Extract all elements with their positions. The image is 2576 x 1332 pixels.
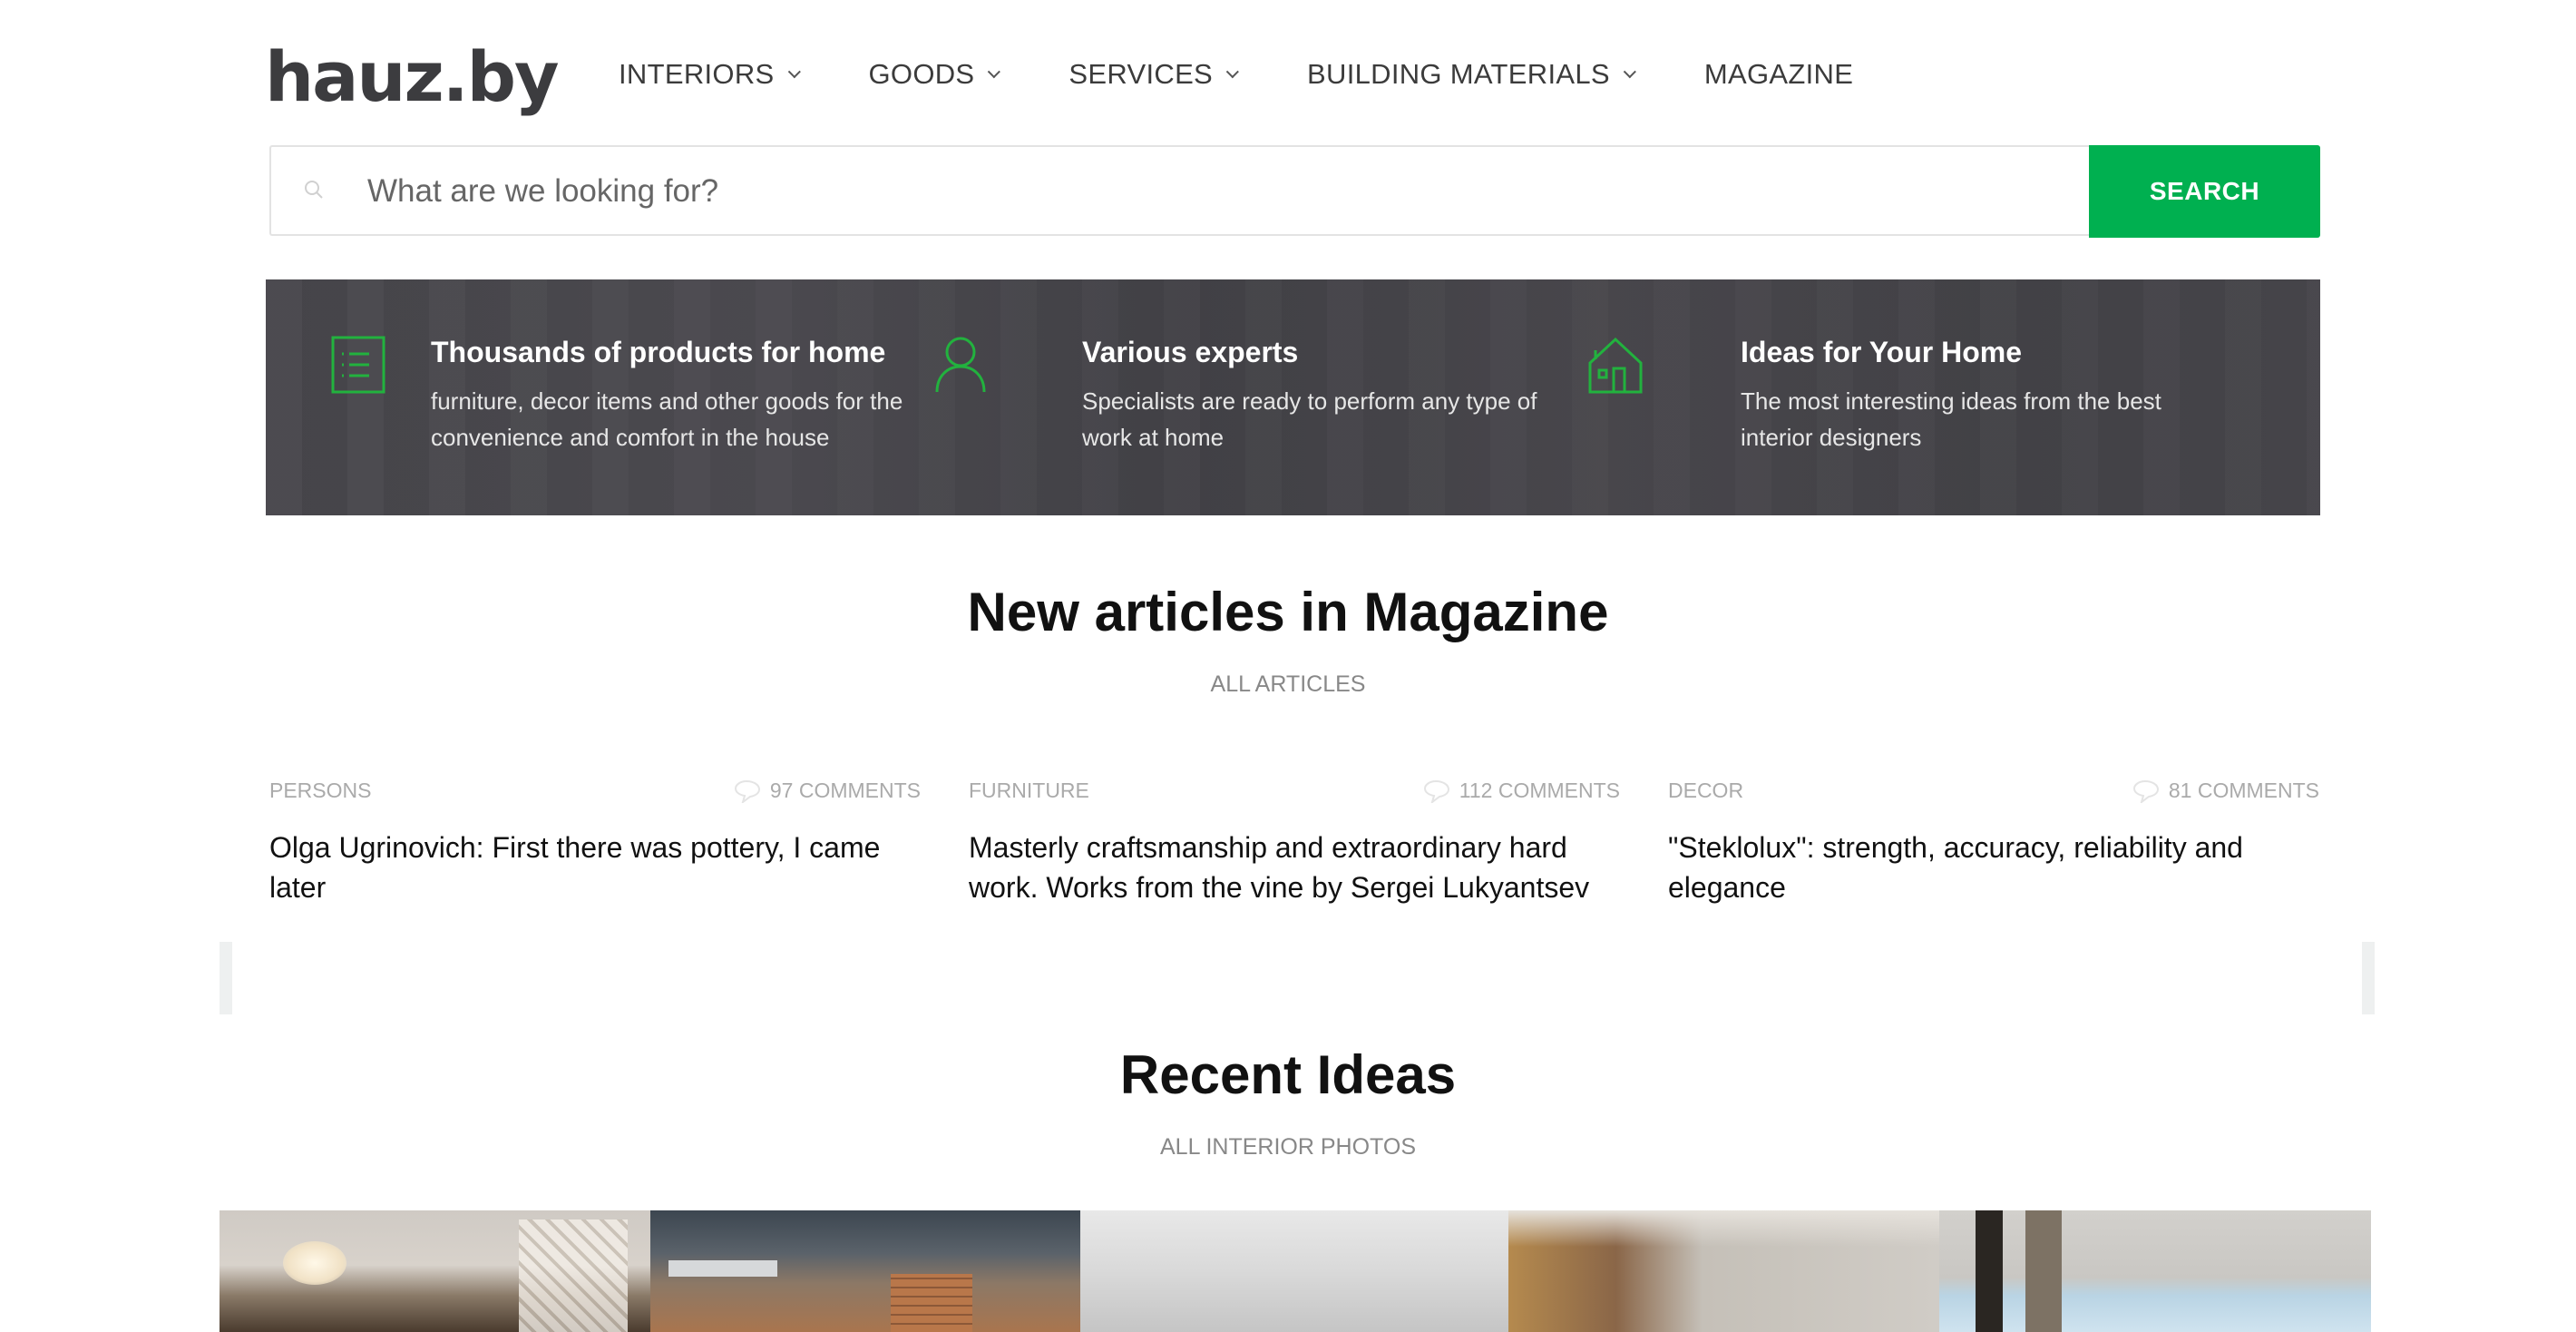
- search-icon: [305, 181, 323, 199]
- search-input[interactable]: [366, 147, 2047, 236]
- chevron-down-icon: [1225, 65, 1239, 79]
- ideas-section-title: Recent Ideas: [1119, 1044, 1457, 1105]
- nav-item-building-materials[interactable]: BUILDING MATERIALS: [1307, 58, 1636, 91]
- feature-ideas: Ideas for Your Home The most interesting…: [1581, 279, 2320, 515]
- nav-item-services[interactable]: SERVICES: [1068, 58, 1239, 91]
- chevron-down-icon: [787, 65, 801, 79]
- ideas-photo-strip: [220, 1210, 2371, 1332]
- carousel-prev-edge[interactable]: [220, 942, 232, 1014]
- article-category[interactable]: PERSONS: [269, 779, 371, 803]
- idea-photo[interactable]: [220, 1210, 650, 1332]
- nav-label: MAGAZINE: [1703, 58, 1854, 90]
- chevron-down-icon: [988, 65, 1001, 79]
- carousel-next-edge[interactable]: [2362, 942, 2375, 1014]
- article-comments[interactable]: 97 COMMENTS: [734, 779, 921, 803]
- features-banner: Thousands of products for home furniture…: [266, 279, 2320, 515]
- article-title[interactable]: Masterly craftsmanship and extraordinary…: [969, 828, 1620, 907]
- nav-label: GOODS: [868, 58, 975, 90]
- idea-photo[interactable]: [1080, 1210, 1508, 1332]
- article-category[interactable]: DECOR: [1668, 779, 1743, 803]
- all-articles-link[interactable]: ALL ARTICLES: [0, 671, 2576, 698]
- nav-item-magazine[interactable]: MAGAZINE: [1704, 58, 1853, 91]
- idea-photo[interactable]: [650, 1210, 1080, 1332]
- article-title[interactable]: "Steklolux": strength, accuracy, reliabi…: [1668, 828, 2319, 907]
- main-nav: INTERIORS GOODS SERVICES BUILDING MATERI…: [619, 54, 1853, 94]
- feature-description: furniture, decor items and other goods f…: [431, 387, 903, 451]
- person-icon: [935, 337, 986, 393]
- chevron-down-icon: [1623, 65, 1636, 79]
- site-logo[interactable]: hauz.by: [265, 34, 560, 117]
- magazine-section-title: New articles in Magazine: [967, 582, 1609, 642]
- comments-icon: [734, 779, 760, 803]
- list-document-icon: [331, 336, 385, 394]
- article-category[interactable]: FURNITURE: [969, 779, 1089, 803]
- nav-label: BUILDING MATERIALS: [1307, 58, 1610, 90]
- comments-icon: [1423, 779, 1449, 803]
- article-comments[interactable]: 112 COMMENTS: [1423, 779, 1620, 803]
- comments-count: 97 COMMENTS: [769, 779, 921, 802]
- search-bar: [269, 145, 2089, 236]
- logo-text: hauz.by: [265, 36, 560, 117]
- article-title[interactable]: Olga Ugrinovich: First there was pottery…: [269, 828, 921, 907]
- nav-label: INTERIORS: [619, 58, 775, 90]
- search-button[interactable]: SEARCH: [2089, 145, 2320, 238]
- nav-item-interiors[interactable]: INTERIORS: [619, 58, 801, 91]
- idea-photo[interactable]: [1508, 1210, 1939, 1332]
- article-comments[interactable]: 81 COMMENTS: [2132, 779, 2319, 803]
- feature-title: Thousands of products for home: [431, 336, 886, 368]
- nav-item-goods[interactable]: GOODS: [868, 58, 1001, 91]
- comments-count: 81 COMMENTS: [2168, 779, 2319, 802]
- idea-photo[interactable]: [1939, 1210, 2371, 1332]
- feature-products: Thousands of products for home furniture…: [266, 279, 919, 515]
- feature-title: Ideas for Your Home: [1741, 336, 2022, 368]
- nav-label: SERVICES: [1068, 58, 1214, 90]
- comments-icon: [2132, 779, 2159, 803]
- feature-description: Specialists are ready to perform any typ…: [1082, 387, 1537, 451]
- feature-experts: Various experts Specialists are ready to…: [919, 279, 1581, 515]
- feature-title: Various experts: [1082, 336, 1299, 368]
- all-interior-photos-link[interactable]: ALL INTERIOR PHOTOS: [0, 1134, 2576, 1161]
- house-icon: [1588, 337, 1643, 394]
- feature-description: The most interesting ideas from the best…: [1741, 387, 2161, 451]
- comments-count: 112 COMMENTS: [1459, 779, 1620, 802]
